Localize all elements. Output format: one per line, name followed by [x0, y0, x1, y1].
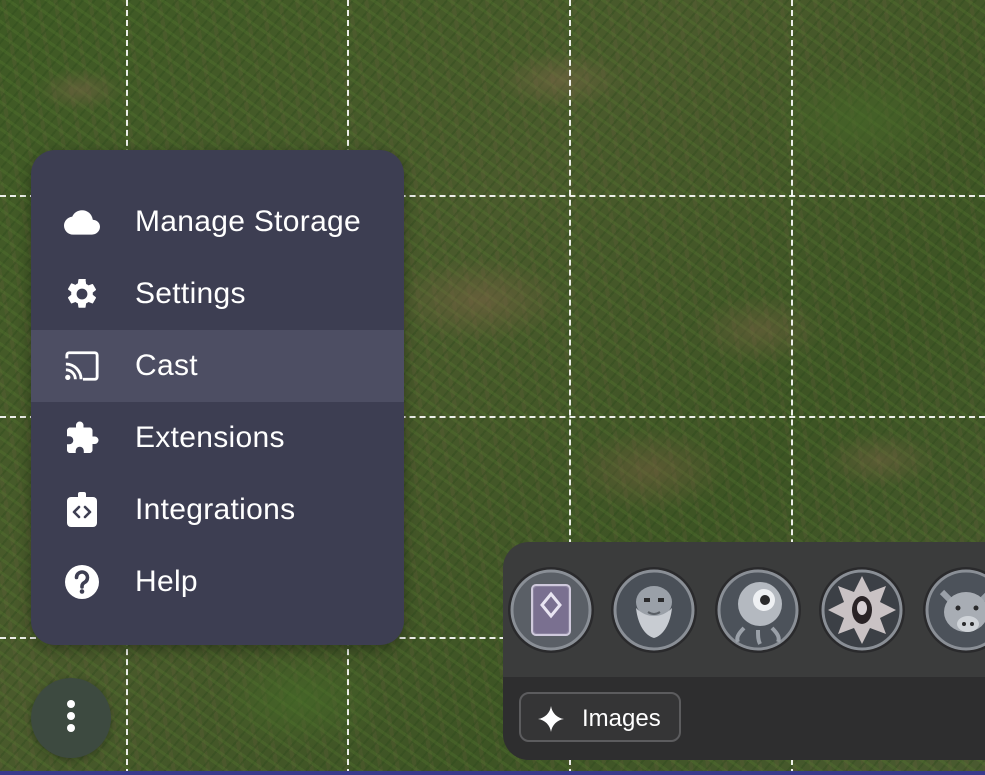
- window-bottom-edge: [0, 771, 985, 775]
- images-button-label: Images: [582, 705, 661, 732]
- menu-item-label: Extensions: [135, 421, 285, 454]
- sparkle-icon: [538, 706, 564, 732]
- integrations-icon: [64, 492, 100, 528]
- more-menu-button[interactable]: [31, 678, 111, 758]
- gear-icon: [64, 276, 100, 312]
- images-button[interactable]: Images: [519, 692, 681, 742]
- menu-item-help[interactable]: Help: [31, 546, 404, 618]
- tray-toolbar: Images: [503, 677, 985, 760]
- help-circle-icon: [64, 564, 100, 600]
- cast-icon: [64, 348, 100, 384]
- spellbook-token[interactable]: [507, 566, 595, 654]
- menu-item-manage-storage[interactable]: Manage Storage: [31, 186, 404, 258]
- token-row: [503, 542, 985, 677]
- menu-item-integrations[interactable]: Integrations: [31, 474, 404, 546]
- eyeball-creature-token[interactable]: [714, 566, 802, 654]
- cloud-icon: [64, 204, 100, 240]
- more-vertical-icon: [66, 699, 76, 738]
- menu-item-label: Settings: [135, 277, 246, 310]
- spiked-helm-token[interactable]: [818, 566, 906, 654]
- dwarf-token[interactable]: [610, 566, 698, 654]
- asset-tray: Images: [503, 542, 985, 760]
- menu-item-label: Help: [135, 565, 198, 598]
- menu-item-settings[interactable]: Settings: [31, 258, 404, 330]
- menu-item-label: Cast: [135, 349, 198, 382]
- puzzle-piece-icon: [64, 420, 100, 456]
- menu-item-label: Manage Storage: [135, 205, 362, 238]
- menu-item-cast[interactable]: Cast: [31, 330, 404, 402]
- menu-item-extensions[interactable]: Extensions: [31, 402, 404, 474]
- main-menu: Manage Storage Settings Cast Extensions …: [31, 150, 404, 645]
- menu-item-label: Integrations: [135, 493, 296, 526]
- boar-token[interactable]: [922, 566, 985, 654]
